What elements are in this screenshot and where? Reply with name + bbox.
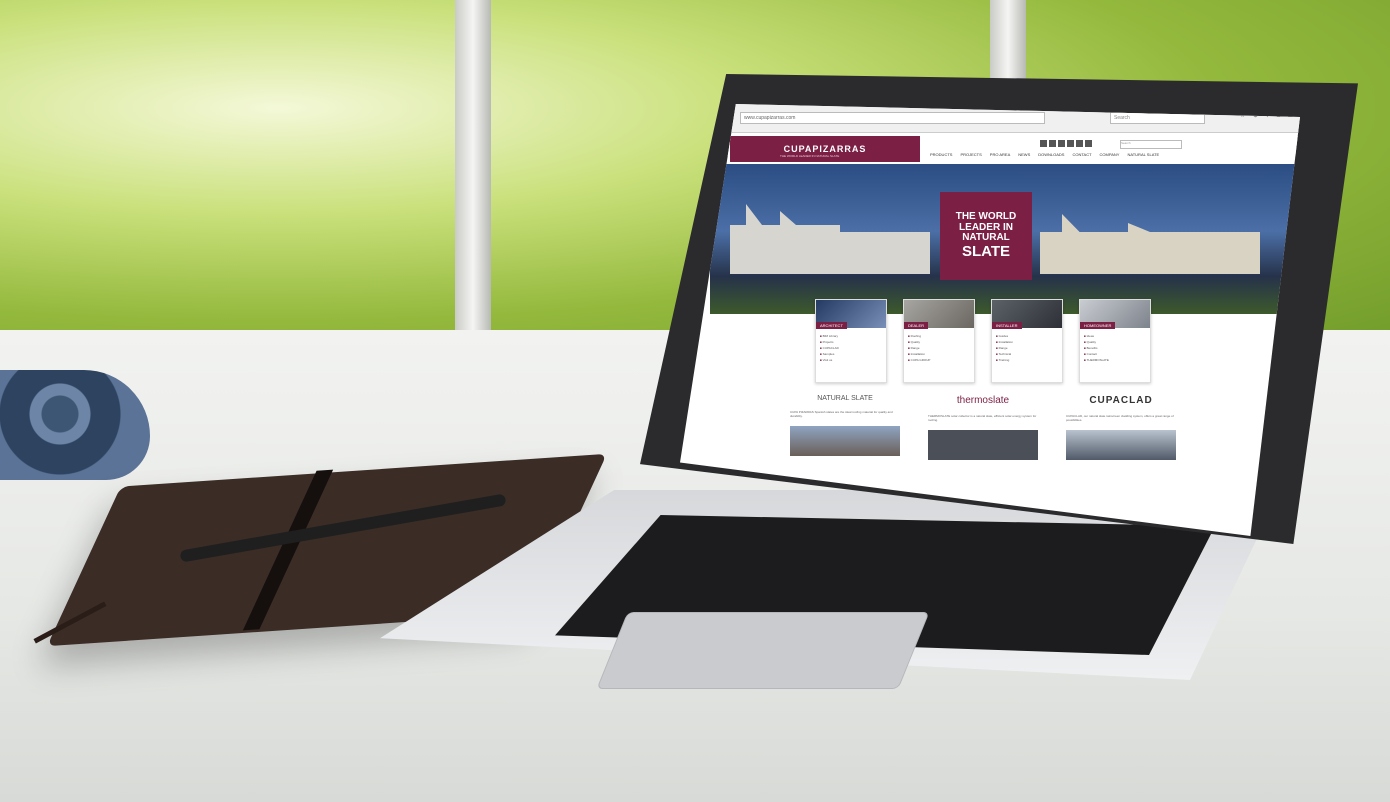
card-link[interactable]: Range xyxy=(908,346,970,350)
column-cupaclad: CUPACLAD CUPACLAD, our natural slate rai… xyxy=(1066,394,1176,461)
card-architect[interactable]: ARCHITECT BIM Library Projects CUPACLAD … xyxy=(815,299,887,383)
trackpad[interactable] xyxy=(596,612,930,689)
nav-item[interactable]: NEWS xyxy=(1018,152,1030,157)
card-link[interactable]: BIM Library xyxy=(820,334,882,338)
column-natural-slate: NATURAL SLATE CUPA PIZARRAS Spanish slat… xyxy=(790,394,900,460)
instagram-icon[interactable] xyxy=(1076,140,1083,147)
column-title[interactable]: NATURAL SLATE xyxy=(790,394,900,404)
nav-item[interactable]: PRO AREA xyxy=(990,152,1010,157)
card-link[interactable]: Installation xyxy=(908,352,970,356)
card-homeowner[interactable]: HOMEOWNER Ideas Quality Benefits Contact… xyxy=(1079,299,1151,383)
nav-item[interactable]: CONTACT xyxy=(1072,152,1091,157)
hero-line: SLATE xyxy=(961,242,1011,260)
card-link[interactable]: Quality xyxy=(908,340,970,344)
card-title: ARCHITECT xyxy=(816,322,847,329)
card-link[interactable]: THERMOSLATE xyxy=(1084,358,1146,362)
column-text: THERMOSLATE solar collector is a natural… xyxy=(928,414,1037,423)
column-thermoslate: thermoslate THERMOSLATE solar collector … xyxy=(928,394,1038,461)
url-bar[interactable]: www.cupapizarras.com xyxy=(740,112,1045,124)
laptop-screen: www.cupapizarras.com Search ☆ ⊕ ↓ ⌂ ☰ CU… xyxy=(680,104,1300,536)
card-link[interactable]: Technical xyxy=(996,352,1058,356)
card-link[interactable]: Quality xyxy=(1084,340,1146,344)
card-dealer[interactable]: DEALER Roofing Quality Range Installatio… xyxy=(903,299,975,383)
card-link[interactable]: Samples xyxy=(820,352,882,356)
column-title[interactable]: thermoslate xyxy=(928,394,1038,408)
card-link[interactable]: Guides xyxy=(996,334,1058,338)
card-title: INSTALLER xyxy=(992,322,1022,329)
linkedin-icon[interactable] xyxy=(1058,140,1065,147)
card-link[interactable]: Ideas xyxy=(1084,334,1146,338)
card-link[interactable]: CUPA GROUP xyxy=(908,358,970,362)
nav-item[interactable]: NATURAL SLATE xyxy=(1127,152,1159,157)
site-logo[interactable]: CUPAPIZARRAS xyxy=(730,136,920,162)
card-link[interactable]: Training xyxy=(996,358,1058,362)
social-icons[interactable] xyxy=(1040,140,1092,147)
site-nav: PRODUCTS PROJECTS PRO AREA NEWS DOWNLOAD… xyxy=(930,152,1159,157)
column-text: CUPACLAD, our natural slate rainscreen c… xyxy=(1066,414,1174,423)
card-link[interactable]: Benefits xyxy=(1084,346,1146,350)
facebook-icon[interactable] xyxy=(1040,140,1047,147)
column-image[interactable] xyxy=(790,426,900,457)
column-image[interactable] xyxy=(928,430,1038,461)
column-text: CUPA PIZARRAS Spanish slates are the ide… xyxy=(790,409,893,418)
nav-item[interactable]: PROJECTS xyxy=(960,152,981,157)
card-link[interactable]: Visit us xyxy=(820,358,882,362)
nav-item[interactable]: COMPANY xyxy=(1100,152,1120,157)
column-image[interactable] xyxy=(1066,430,1176,461)
site-search-input[interactable]: Search xyxy=(1120,140,1182,149)
card-link[interactable]: CUPACLAD xyxy=(820,346,882,350)
column-title[interactable]: CUPACLAD xyxy=(1066,394,1176,408)
nav-item[interactable]: PRODUCTS xyxy=(930,152,952,157)
card-title: DEALER xyxy=(904,322,929,329)
twitter-icon[interactable] xyxy=(1049,140,1056,147)
card-link[interactable]: Contact xyxy=(1084,352,1146,356)
pinterest-icon[interactable] xyxy=(1085,140,1092,147)
card-link[interactable]: Projects xyxy=(820,340,882,344)
card-link[interactable]: Installation xyxy=(996,340,1058,344)
pillow xyxy=(0,370,150,480)
youtube-icon[interactable] xyxy=(1067,140,1074,147)
card-link[interactable]: Range xyxy=(996,346,1058,350)
card-installer[interactable]: INSTALLER Guides Installation Range Tech… xyxy=(991,299,1063,383)
card-link[interactable]: Roofing xyxy=(908,334,970,338)
hero-badge: THE WORLD LEADER IN NATURAL SLATE xyxy=(940,192,1032,280)
product-columns: NATURAL SLATE CUPA PIZARRAS Spanish slat… xyxy=(790,394,1176,461)
logo-tagline: THE WORLD LEADER IN NATURAL SLATE xyxy=(780,154,840,158)
card-title: HOMEOWNER xyxy=(1080,322,1116,329)
nav-item[interactable]: DOWNLOADS xyxy=(1038,152,1064,157)
window-frame xyxy=(455,0,491,360)
audience-cards: ARCHITECT BIM Library Projects CUPACLAD … xyxy=(815,299,1151,383)
